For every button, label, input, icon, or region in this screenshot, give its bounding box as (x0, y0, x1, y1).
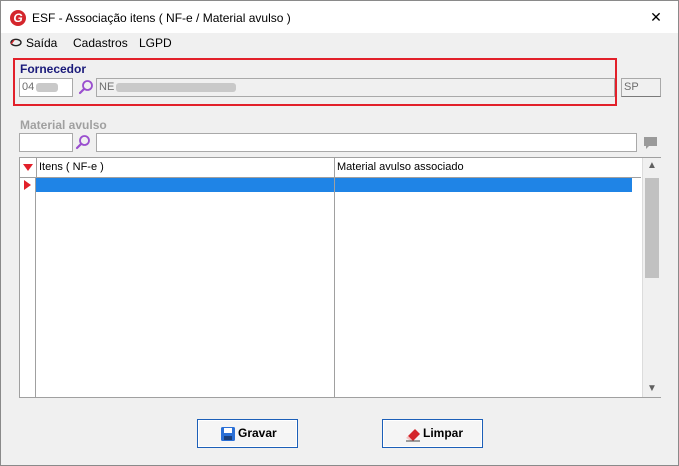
menu-item-lgpd[interactable]: LGPD (139, 36, 172, 50)
scroll-up-icon[interactable]: ▲ (643, 158, 661, 174)
menu-item-saida[interactable]: Saída (26, 36, 57, 50)
column-header-itens-nfe[interactable]: Itens ( NF-e ) (36, 158, 334, 177)
sort-down-icon[interactable] (23, 164, 33, 171)
column-divider (334, 178, 335, 397)
clear-button-label: Limpar (423, 426, 464, 440)
redacted-name (116, 82, 237, 92)
app-logo-icon: G (10, 10, 26, 26)
redacted-code (36, 82, 59, 92)
scroll-down-icon[interactable]: ▼ (643, 381, 661, 397)
fornecedor-name-value: NE (99, 81, 115, 93)
material-code-field[interactable] (19, 133, 73, 152)
fornecedor-code-field[interactable]: 04 (19, 78, 73, 97)
grid-vertical-scrollbar[interactable]: ▲ ▼ (642, 158, 661, 397)
fornecedor-uf-value: SP (624, 81, 639, 93)
menu-bar: Saída Cadastros LGPD (1, 33, 678, 53)
column-header-material-associado[interactable]: Material avulso associado (334, 158, 632, 177)
material-description-field[interactable] (96, 133, 637, 152)
material-search-icon[interactable] (75, 134, 91, 150)
save-button[interactable]: Gravar (197, 419, 298, 448)
eraser-icon (406, 429, 420, 442)
fornecedor-search-icon[interactable] (78, 79, 94, 95)
fornecedor-uf-field: SP (621, 78, 661, 97)
close-button[interactable]: ✕ (641, 5, 671, 29)
save-button-label: Gravar (238, 426, 277, 440)
fornecedor-code-value: 04 (22, 81, 35, 93)
main-window: G ESF - Associação itens ( NF-e / Materi… (0, 0, 679, 466)
fornecedor-label: Fornecedor (20, 62, 87, 76)
exit-icon (10, 38, 22, 47)
items-grid[interactable]: Itens ( NF-e ) Material avulso associado… (19, 157, 661, 398)
clear-button[interactable]: Limpar (382, 419, 483, 448)
current-row-indicator-icon (24, 180, 31, 190)
floppy-disk-icon (221, 427, 235, 441)
row-indicator-divider (35, 178, 36, 397)
menu-item-cadastros[interactable]: Cadastros (73, 36, 128, 50)
grid-header: Itens ( NF-e ) Material avulso associado (20, 158, 641, 178)
fornecedor-name-field: NE (96, 78, 615, 97)
material-avulso-label: Material avulso (20, 118, 107, 132)
comment-icon[interactable] (643, 136, 659, 150)
title-bar: G ESF - Associação itens ( NF-e / Materi… (1, 1, 678, 33)
window-title: ESF - Associação itens ( NF-e / Material… (32, 11, 291, 25)
scroll-thumb[interactable] (645, 178, 659, 278)
